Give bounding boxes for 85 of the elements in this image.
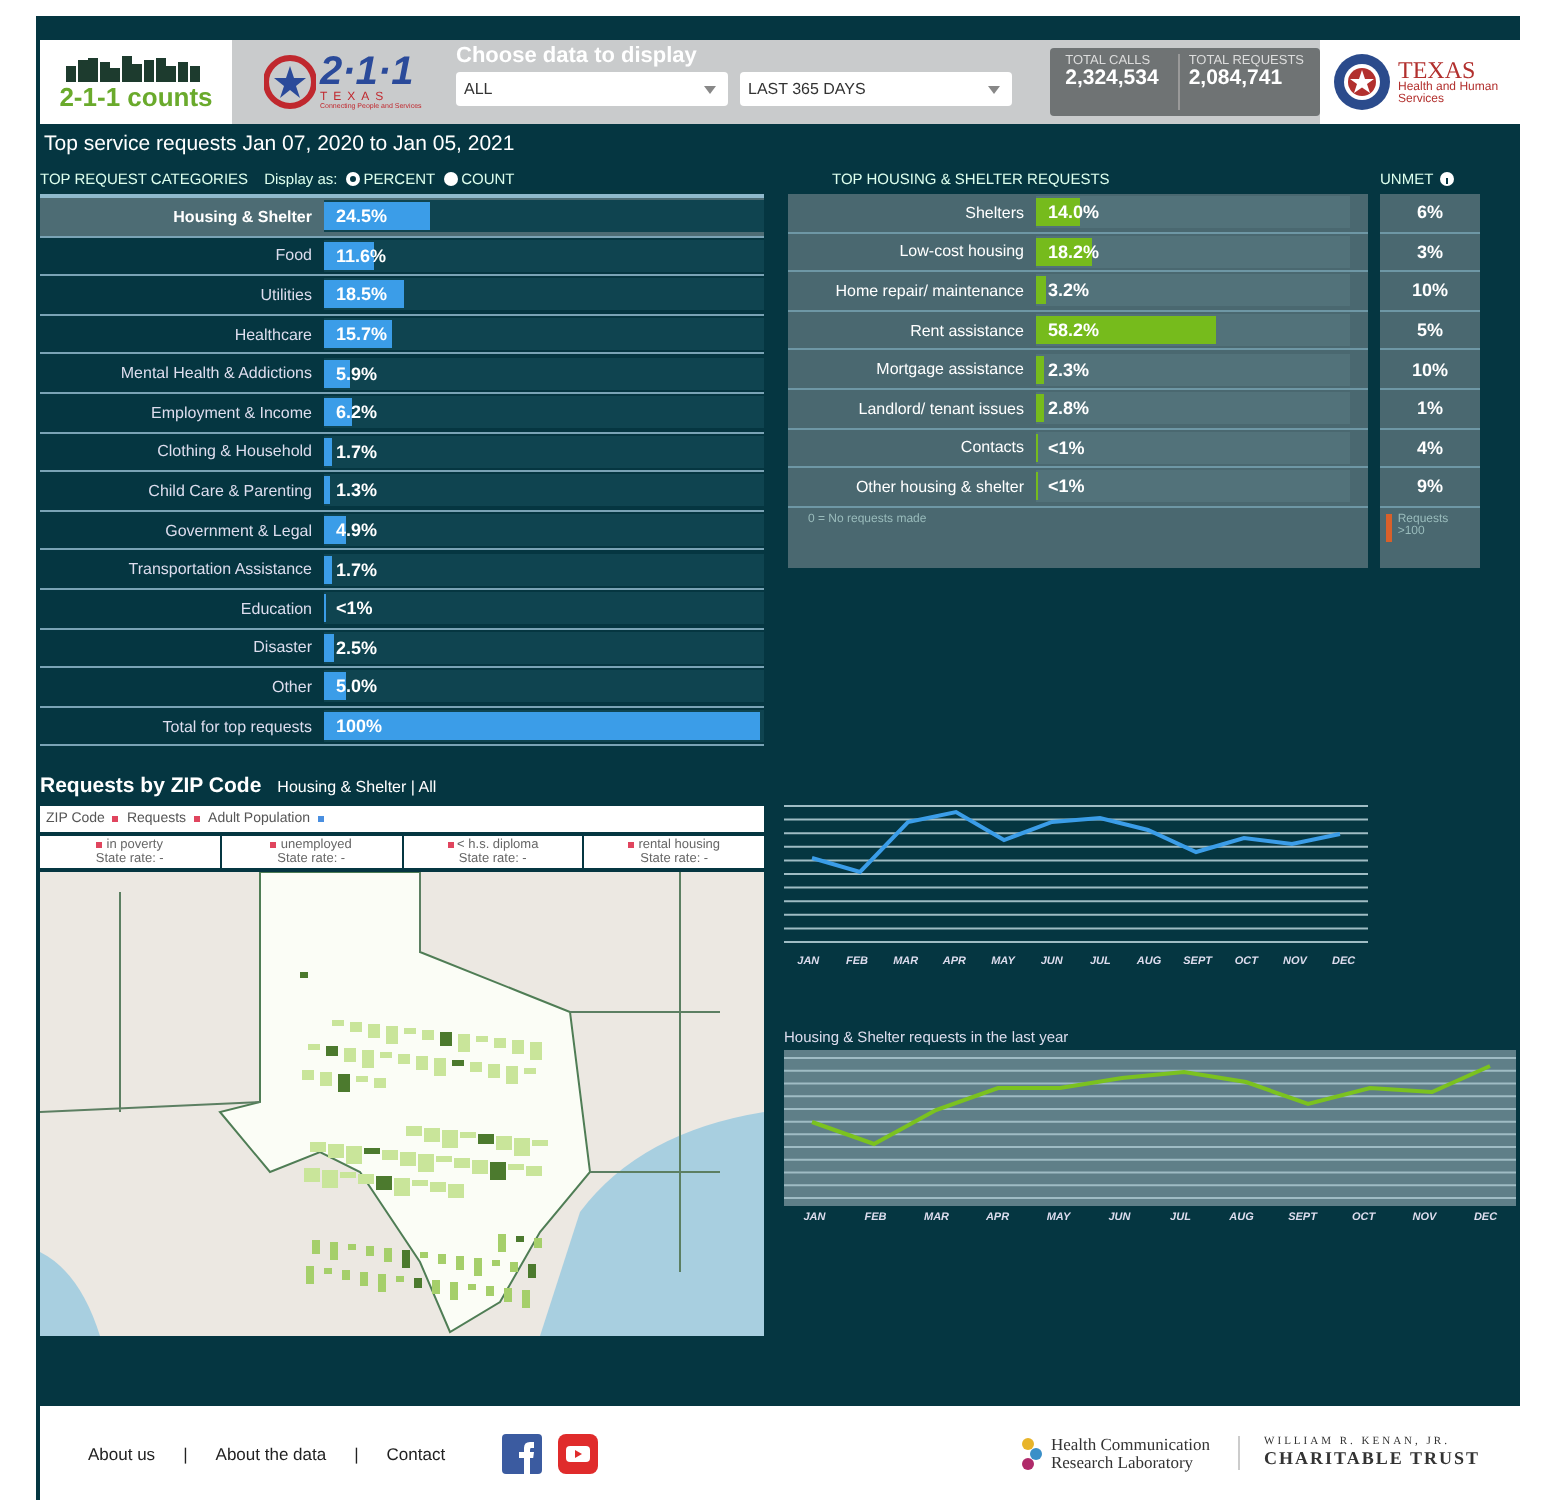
stat-value: 2,324,534 <box>1065 68 1159 92</box>
percent-value: 3.2% <box>1048 280 1090 301</box>
category-label: Total for top requests <box>160 717 314 736</box>
category-label: Housing & Shelter <box>171 207 314 226</box>
logo-text: 2-1-1 counts <box>59 81 213 111</box>
separator: | <box>354 1443 359 1463</box>
unmet-value: 3% <box>1380 233 1480 273</box>
dropdown[interactable]: LAST 365 DAYS <box>740 72 1012 106</box>
info-icon[interactable] <box>1439 171 1454 185</box>
subtitle: Top service requests Jan 07, 2020 to Jan 05, 2021 <box>44 132 517 156</box>
percent-value: 18.2% <box>1048 241 1100 262</box>
request-label: Landlord/ tenant issues <box>856 399 1026 418</box>
partner-name: CHARITABLE TRUST <box>1264 1448 1480 1471</box>
category-label: Utilities <box>258 285 314 304</box>
category-row[interactable]: Transportation Assistance 1.7% <box>40 550 764 590</box>
percent-value: 24.5% <box>336 206 388 227</box>
percent-value: 2.8% <box>1048 398 1090 419</box>
request-label: Other housing & shelter <box>853 477 1026 496</box>
footer-link[interactable]: Contact <box>386 1443 446 1463</box>
category-label: Government & Legal <box>163 521 314 540</box>
percent-value: 58.2% <box>1048 320 1100 341</box>
percent-value: 2.5% <box>336 637 378 658</box>
request-label: Mortgage assistance <box>874 360 1026 379</box>
category-label: Other <box>269 677 314 696</box>
request-label: Rent assistance <box>908 321 1026 340</box>
percent-value: 1.7% <box>336 441 378 462</box>
unmet-value: 4% <box>1380 429 1480 469</box>
category-row[interactable]: Child Care & Parenting 1.3% <box>40 472 764 512</box>
category-row[interactable]: Total for top requests 100% <box>40 707 764 747</box>
dropdown[interactable]: ALL <box>456 72 728 106</box>
video-play-icon[interactable] <box>557 1433 598 1473</box>
footer-link[interactable]: About us <box>88 1443 156 1463</box>
hhs-name: TEXAS <box>1398 58 1476 82</box>
category-row[interactable]: Utilities 18.5% <box>40 276 764 316</box>
percent-value: 1.3% <box>336 480 378 501</box>
percent-value: 15.7% <box>336 324 388 345</box>
request-label: Low-cost housing <box>897 242 1026 261</box>
percent-value: <1% <box>1048 437 1085 458</box>
unmet-value: 5% <box>1380 311 1480 351</box>
category-label: Transportation Assistance <box>126 560 314 579</box>
request-label: Shelters <box>963 203 1026 222</box>
category-label: Healthcare <box>232 325 314 344</box>
percent-value: 14.0% <box>1048 202 1100 223</box>
facebook-icon[interactable] <box>501 1433 542 1473</box>
category-label: Disaster <box>251 638 314 657</box>
caret-icon <box>988 85 1000 93</box>
category-row[interactable]: Disaster 2.5% <box>40 629 764 669</box>
category-row[interactable]: Housing & Shelter 24.5% <box>40 198 764 238</box>
map-filter: Housing & Shelter | All <box>277 778 437 797</box>
ribbon-icon <box>1020 1435 1045 1471</box>
category-label: Child Care & Parenting <box>146 481 314 500</box>
unmet-value: 1% <box>1380 389 1480 430</box>
category-row[interactable]: Education <1% <box>40 589 764 630</box>
percent-value: <1% <box>1048 476 1085 497</box>
map-title: Requests by ZIP Code <box>40 774 262 799</box>
partner-name: Research Laboratory <box>1050 1453 1196 1471</box>
category-label: Education <box>238 599 314 618</box>
separator: | <box>183 1443 188 1463</box>
unmet-value: 10% <box>1380 350 1480 390</box>
category-label: Food <box>273 246 314 265</box>
category-row[interactable]: Healthcare 15.7% <box>40 315 764 355</box>
radio-icon[interactable] <box>345 171 360 185</box>
percent-value: 100% <box>336 716 383 737</box>
percent-value: 2.3% <box>1048 359 1090 380</box>
request-label: Home repair/ maintenance <box>833 281 1026 300</box>
partner-name: Health Communication <box>1050 1435 1211 1453</box>
unmet-value: 10% <box>1380 272 1480 312</box>
unmet-value: 6% <box>1380 194 1480 234</box>
percent-value: <1% <box>336 598 373 619</box>
skyline-icon <box>66 53 206 81</box>
category-row[interactable]: Clothing & Household 1.7% <box>40 433 764 473</box>
seal-icon <box>1332 52 1392 112</box>
footer-link[interactable]: About the data <box>215 1443 327 1463</box>
stat-value: 2,084,741 <box>1188 68 1283 92</box>
legend-swatch <box>1386 513 1392 542</box>
category-label: Clothing & Household <box>155 442 314 461</box>
request-label: Contacts <box>958 438 1026 457</box>
category-label: Employment & Income <box>149 403 314 422</box>
caret-icon <box>704 85 716 93</box>
unmet-value: 9% <box>1380 468 1480 508</box>
logo-number: 2·1·1 <box>320 52 416 93</box>
percent-value: 1.7% <box>336 559 378 580</box>
percent-value: 18.5% <box>336 284 388 305</box>
radio-icon[interactable] <box>443 171 458 185</box>
category-label: Mental Health & Addictions <box>118 364 314 383</box>
